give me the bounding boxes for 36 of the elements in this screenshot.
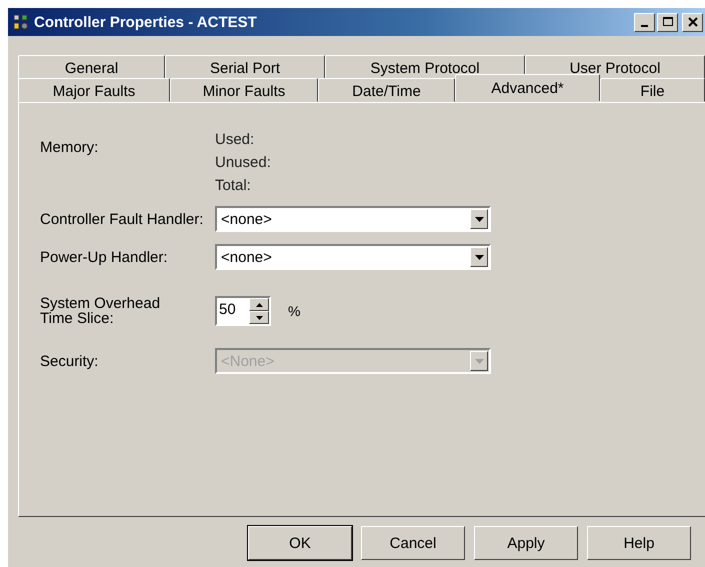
dropdown[interactable]: <none> [215, 206, 491, 232]
caret-icon [474, 358, 484, 364]
dialog-button[interactable]: Help [587, 526, 691, 560]
down-caret-icon [256, 316, 262, 320]
memory-label: Total: [215, 177, 252, 194]
caret-icon [474, 254, 484, 260]
dialog-button[interactable]: OK [248, 526, 352, 560]
maximize-icon [662, 17, 672, 27]
dialog-button[interactable]: Cancel [361, 526, 465, 560]
tab[interactable]: System Protocol [325, 55, 525, 79]
tab[interactable]: Serial Port [165, 55, 325, 79]
tab[interactable]: Major Faults [18, 78, 170, 102]
minimize-button[interactable] [634, 12, 655, 32]
tab[interactable]: Advanced* [455, 74, 600, 101]
field-label: Memory: [40, 138, 100, 158]
maximize-button[interactable] [657, 12, 678, 32]
field-label: Security: [40, 352, 100, 370]
tab[interactable]: Date/Time [318, 78, 455, 102]
minimize-icon [641, 25, 648, 27]
tab[interactable]: General [18, 55, 165, 79]
dialog-button[interactable]: Apply [474, 526, 578, 560]
unit-label: % [288, 303, 300, 319]
tab[interactable]: Minor Faults [170, 78, 318, 102]
memory-label: Used: [215, 131, 256, 148]
spinner-field[interactable]: 50 [215, 296, 271, 326]
window-title: Controller Properties - ACTEST [34, 14, 258, 30]
caret-icon [474, 216, 484, 222]
field-label: System Overhead Time Slice: [40, 296, 162, 326]
close-button[interactable] [682, 12, 703, 32]
field-label: Controller Fault Handler: [40, 210, 204, 228]
dropdown[interactable]: <none> [215, 244, 491, 270]
field-label: Power-Up Handler: [40, 248, 169, 266]
close-icon [688, 17, 698, 27]
memory-label: Unused: [215, 154, 271, 171]
up-caret-icon [256, 302, 262, 306]
tab[interactable]: File [600, 78, 705, 102]
